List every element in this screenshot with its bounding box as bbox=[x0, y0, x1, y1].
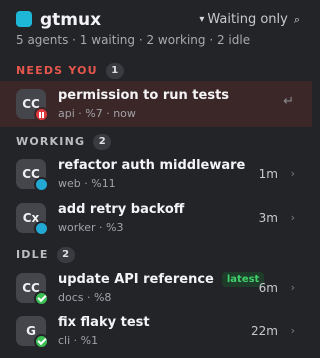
agent-row[interactable]: CC refactor auth middleware web · %11 1m… bbox=[0, 151, 312, 197]
filter-dropdown[interactable]: ▾ Waiting only ⌕ bbox=[199, 11, 300, 30]
agent-row[interactable]: CC update API reference latest docs · %8 … bbox=[0, 265, 312, 311]
agent-panel: gtmux ▾ Waiting only ⌕ 5 agents · 1 waitin… bbox=[0, 0, 312, 358]
section-count: 2 bbox=[93, 134, 112, 150]
agent-title: permission to run tests bbox=[58, 88, 230, 103]
header: gtmux ▾ Waiting only ⌕ bbox=[16, 9, 300, 31]
chevron-right-icon[interactable]: › bbox=[291, 322, 295, 340]
agent-meta: api · %7 · now bbox=[58, 107, 136, 120]
agent-row[interactable]: G fix flaky test cli · %1 22m › bbox=[0, 308, 312, 354]
filter-label: Waiting only bbox=[207, 12, 288, 27]
agent-meta: cli · %1 bbox=[58, 334, 99, 347]
agent-row[interactable]: Cx add retry backoff worker · %3 3m › bbox=[0, 195, 312, 241]
section-needs-you: NEEDS YOU 1 bbox=[16, 62, 124, 80]
check-status-icon bbox=[34, 334, 49, 349]
section-idle: IDLE 2 bbox=[16, 246, 75, 264]
section-label: IDLE bbox=[16, 248, 49, 261]
elapsed-time: 1m bbox=[258, 167, 278, 181]
section-count: 2 bbox=[56, 247, 75, 263]
agent-meta: worker · %3 bbox=[58, 221, 124, 234]
working-status-icon bbox=[34, 221, 49, 236]
summary-line: 5 agents · 1 waiting · 2 working · 2 idl… bbox=[16, 33, 251, 47]
section-count: 1 bbox=[105, 63, 124, 79]
elapsed-time: 6m bbox=[258, 281, 278, 295]
enter-icon[interactable]: ↵ bbox=[283, 93, 294, 111]
working-status-icon bbox=[34, 177, 49, 192]
search-icon[interactable]: ⌕ bbox=[294, 13, 300, 26]
agent-meta: web · %11 bbox=[58, 177, 116, 190]
section-label: WORKING bbox=[16, 135, 86, 148]
section-label: NEEDS YOU bbox=[16, 64, 98, 77]
caret-down-icon: ▾ bbox=[199, 14, 205, 25]
chevron-right-icon[interactable]: › bbox=[291, 209, 295, 227]
agent-title: update API reference latest bbox=[58, 271, 265, 289]
agent-title: add retry backoff bbox=[58, 202, 185, 217]
check-status-icon bbox=[34, 291, 49, 306]
agent-title: fix flaky test bbox=[58, 315, 150, 330]
app-logo-icon bbox=[16, 11, 32, 27]
agent-meta: docs · %8 bbox=[58, 291, 112, 304]
agent-row[interactable]: CC permission to run tests api · %7 · no… bbox=[0, 81, 312, 127]
agent-title-text: update API reference bbox=[58, 272, 214, 287]
chevron-right-icon[interactable]: › bbox=[291, 165, 295, 183]
section-working: WORKING 2 bbox=[16, 133, 112, 151]
agent-title: refactor auth middleware bbox=[58, 158, 246, 173]
app-title: gtmux bbox=[40, 10, 102, 30]
elapsed-time: 3m bbox=[258, 211, 278, 225]
elapsed-time: 22m bbox=[251, 324, 278, 338]
chevron-right-icon[interactable]: › bbox=[291, 279, 295, 297]
paused-status-icon bbox=[34, 107, 49, 122]
